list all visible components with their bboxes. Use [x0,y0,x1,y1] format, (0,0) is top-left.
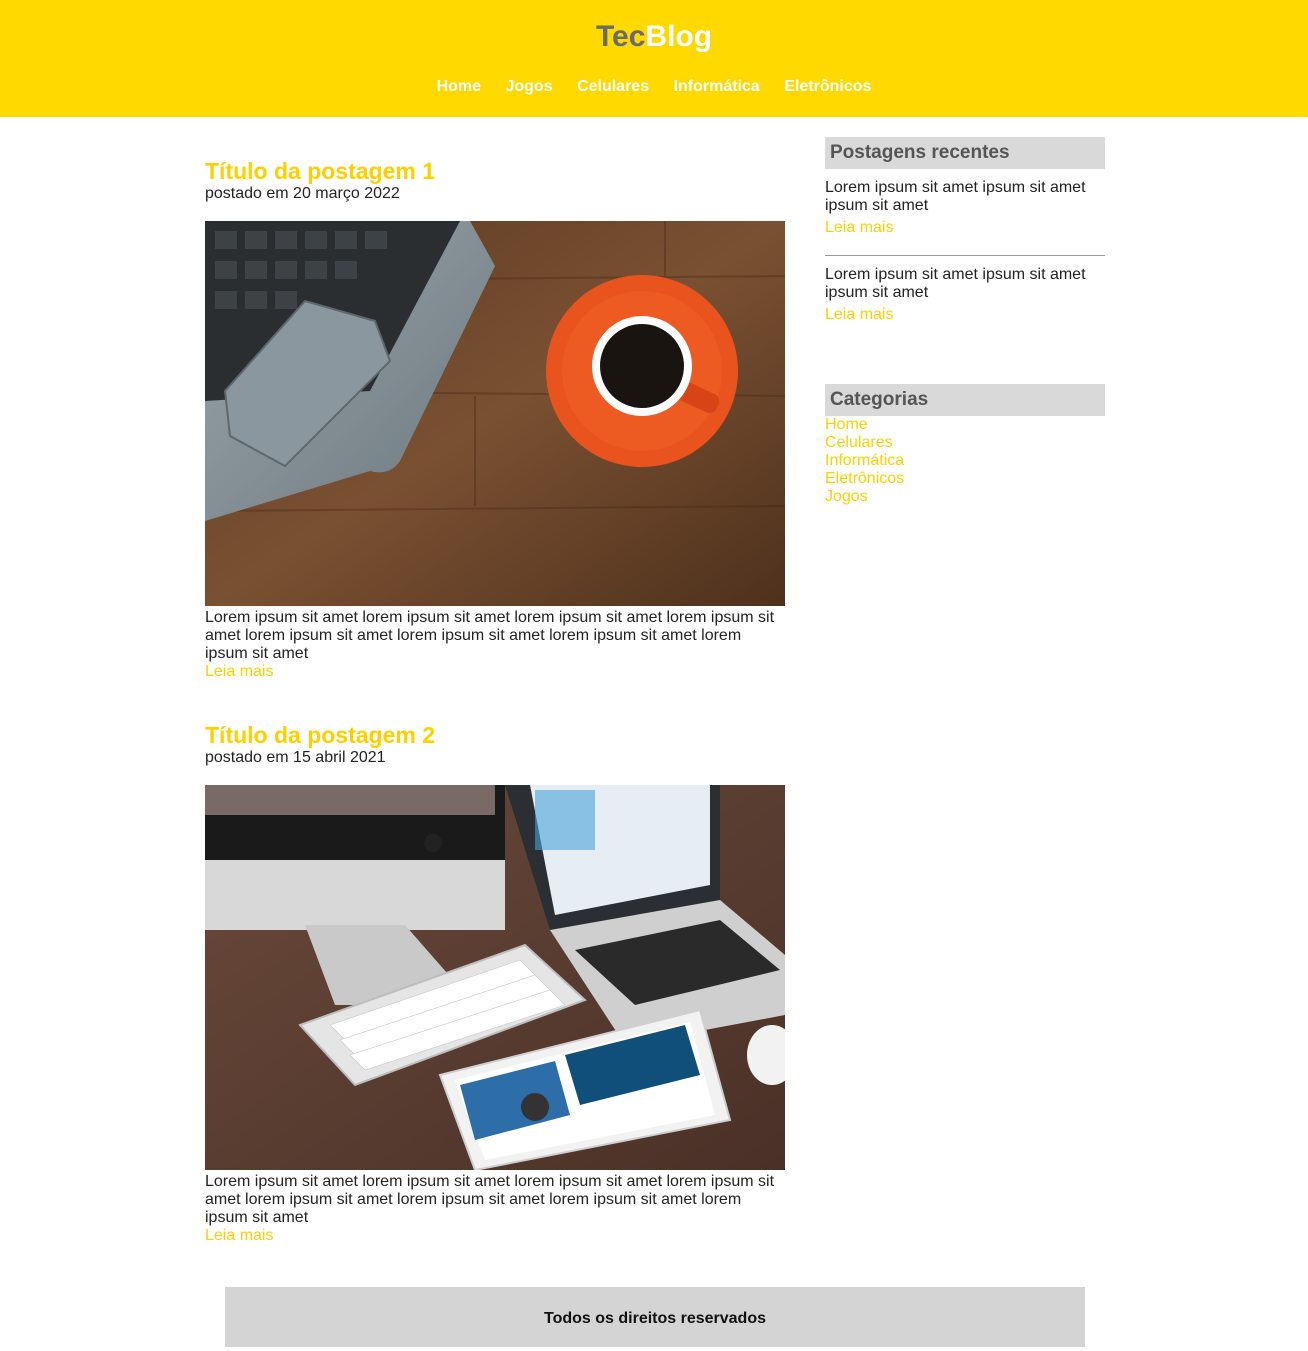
logo-blog: Blog [645,20,713,53]
read-more-link[interactable]: Leia mais [205,1227,785,1245]
recent-post-text: Lorem ipsum sit amet ipsum sit amet ipsu… [825,266,1086,301]
nav-jogos[interactable]: Jogos [505,78,552,96]
post-title[interactable]: Título da postagem 2 [205,721,785,749]
site-header: TecBlog Home Jogos Celulares Informática… [0,0,1308,117]
post-date: postado em 15 abril 2021 [205,749,386,766]
recent-read-more-link[interactable]: Leia mais [825,219,1105,237]
main-nav: Home Jogos Celulares Informática Eletrôn… [0,78,1308,96]
site-logo[interactable]: TecBlog [0,18,1308,56]
post-image-laptop-coffee [205,221,785,606]
nav-celulares[interactable]: Celulares [577,78,649,96]
sidebar: Postagens recentes Lorem ipsum sit amet … [825,137,1105,506]
footer-text: Todos os direitos reservados [544,1310,766,1327]
recent-posts: Postagens recentes Lorem ipsum sit amet … [825,137,1105,342]
recent-posts-heading: Postagens recentes [825,137,1105,169]
category-celulares[interactable]: Celulares [825,434,1105,452]
content-wrapper: Título da postagem 1 postado em 20 março… [0,117,1308,1287]
recent-read-more-link[interactable]: Leia mais [825,306,1105,324]
category-jogos[interactable]: Jogos [825,488,1105,506]
nav-informatica[interactable]: Informática [674,78,760,96]
category-home[interactable]: Home [825,416,1105,434]
post-date: postado em 20 março 2022 [205,185,400,202]
category-eletronicos[interactable]: Eletrônicos [825,470,1105,488]
post-excerpt: Lorem ipsum sit amet lorem ipsum sit ame… [205,1173,775,1226]
logo-tec: Tec [595,20,646,53]
nav-eletronicos[interactable]: Eletrônicos [784,78,871,96]
site-footer: Todos os direitos reservados [225,1287,1085,1347]
read-more-link[interactable]: Leia mais [205,663,785,681]
categories: Categorias Home Celulares Informática El… [825,384,1105,506]
post-2: Título da postagem 2 postado em 15 abril… [205,721,785,1245]
category-informatica[interactable]: Informática [825,452,1105,470]
recent-post-text: Lorem ipsum sit amet ipsum sit amet ipsu… [825,179,1086,214]
nav-home[interactable]: Home [437,78,481,96]
post-image-apple-devices [205,785,785,1170]
post-title[interactable]: Título da postagem 1 [205,157,785,185]
categories-heading: Categorias [825,384,1105,416]
post-1: Título da postagem 1 postado em 20 março… [205,157,785,681]
recent-post-item: Lorem ipsum sit amet ipsum sit amet ipsu… [825,169,1105,256]
posts-column: Título da postagem 1 postado em 20 março… [205,157,785,1285]
post-excerpt: Lorem ipsum sit amet lorem ipsum sit ame… [205,609,775,662]
recent-post-item: Lorem ipsum sit amet ipsum sit amet ipsu… [825,256,1105,342]
